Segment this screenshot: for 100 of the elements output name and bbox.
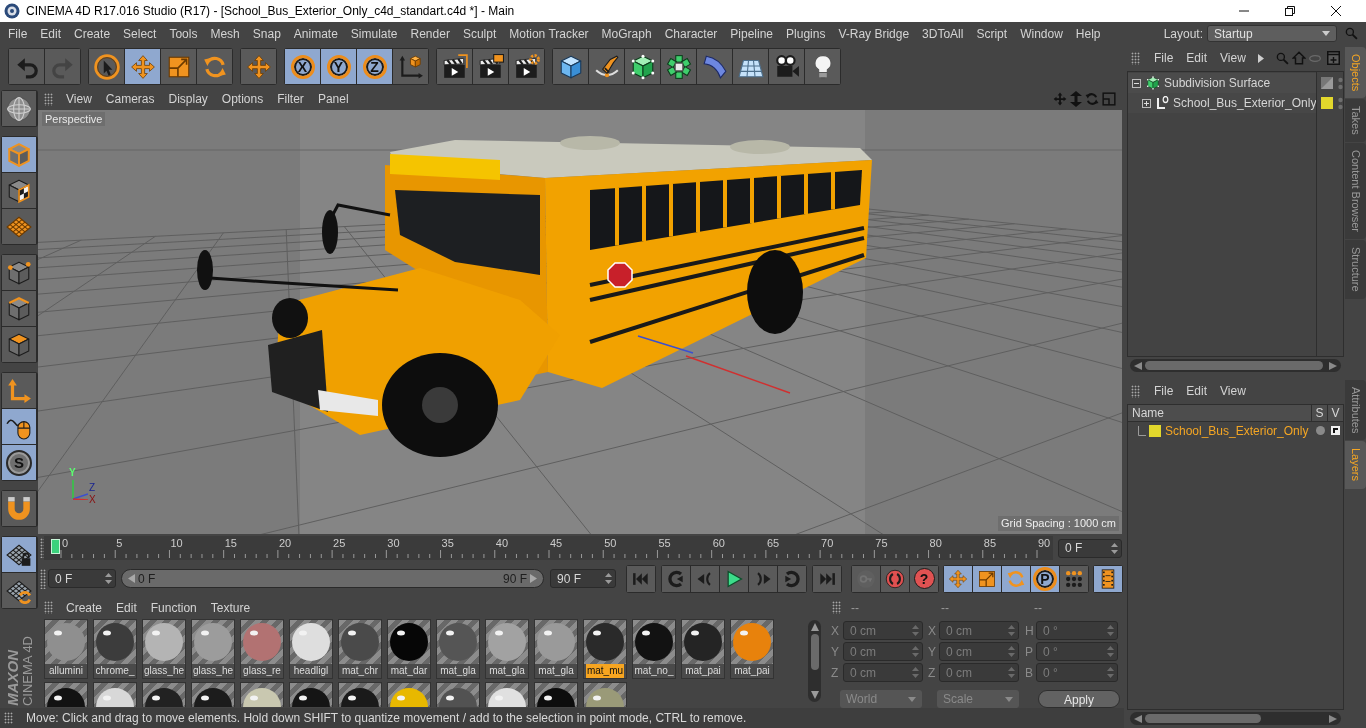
cube-object-button[interactable] (553, 49, 588, 84)
axis-lock-button[interactable]: Y (321, 49, 356, 84)
camera-button[interactable] (769, 49, 804, 84)
axis-lock-button[interactable]: X (285, 49, 320, 84)
previous-key-button[interactable] (662, 565, 690, 592)
material-swatch[interactable]: mat_gla (534, 619, 578, 679)
menu-item[interactable]: Options (221, 91, 264, 107)
menu-item[interactable]: V-Ray Bridge (838, 25, 910, 42)
grip-icon[interactable] (1131, 51, 1140, 65)
vertical-scrollbar[interactable] (808, 620, 821, 702)
key-selection-button[interactable]: ? (910, 565, 938, 592)
grip-icon[interactable] (44, 601, 53, 614)
cloner-button[interactable] (661, 49, 696, 84)
material-swatch[interactable]: mat_pai (681, 619, 725, 679)
menu-item[interactable]: View (1220, 50, 1246, 66)
planar-workplane-button[interactable] (2, 573, 36, 608)
layer-name[interactable]: School_Bus_Exterior_Only (1165, 421, 1309, 440)
texture-mode-button[interactable] (2, 173, 36, 208)
material-swatch[interactable]: mat_mu (583, 619, 627, 679)
scale-tool-button[interactable] (161, 49, 196, 84)
side-tab[interactable]: Layers (1345, 441, 1366, 489)
menu-item[interactable]: Filter (277, 91, 304, 107)
grip-icon[interactable] (832, 601, 841, 614)
grip-icon[interactable] (44, 92, 53, 106)
menu-item[interactable]: Tools (169, 25, 198, 42)
side-tab[interactable]: Structure (1345, 240, 1366, 299)
go-to-start-button[interactable] (627, 565, 655, 592)
material-swatch[interactable]: glass_he (142, 619, 186, 679)
make-editable-button[interactable] (2, 91, 36, 126)
deformer-button[interactable] (697, 49, 732, 84)
axis-lock-button[interactable]: Z (357, 49, 392, 84)
points-mode-button[interactable] (2, 255, 36, 290)
layer-color-swatch[interactable] (1321, 97, 1334, 109)
tree-toggle[interactable] (1142, 98, 1151, 108)
rotate-tool-button[interactable] (197, 49, 232, 84)
side-tab[interactable]: Takes (1345, 99, 1366, 143)
play-button[interactable] (720, 565, 748, 592)
menu-item[interactable]: Function (150, 599, 197, 616)
menu-item[interactable]: Character (664, 25, 718, 42)
tree-row[interactable]: Subdivision Surface (1128, 73, 1317, 93)
scale-tool-button[interactable] (973, 565, 1001, 592)
scrollbar[interactable] (1130, 359, 1341, 372)
lock-workplane-button[interactable] (2, 537, 36, 572)
layout-dropdown[interactable]: Startup (1207, 25, 1337, 42)
menu-item[interactable]: Script (976, 25, 1008, 42)
material-swatch[interactable]: mat_pai (730, 619, 774, 679)
move-tool-button[interactable] (944, 565, 972, 592)
menu-item[interactable]: Create (66, 599, 103, 616)
side-tab[interactable]: Attributes (1345, 380, 1366, 441)
floor-button[interactable] (733, 49, 768, 84)
menu-item[interactable]: Create (74, 25, 111, 42)
playhead-marker[interactable] (51, 539, 60, 554)
menu-item[interactable]: Motion Tracker (509, 25, 589, 42)
menu-item[interactable]: Simulate (350, 25, 398, 42)
scrollbar-thumb[interactable] (810, 634, 819, 670)
render-picture-button[interactable] (473, 49, 508, 84)
menu-item[interactable]: Select (123, 25, 157, 42)
pen-tool-button[interactable] (589, 49, 624, 84)
menu-item[interactable]: File (8, 25, 28, 42)
timeline-ruler[interactable]: 0 5 10 15 20 25 30 35 40 45 50 55 60 65 70 75 80 85 90 (44, 536, 1053, 560)
scrollbar[interactable] (1130, 712, 1341, 725)
material-swatch[interactable]: mat_chr (338, 619, 382, 679)
material-swatch[interactable]: mat_gla (436, 619, 480, 679)
render-settings-button[interactable] (509, 49, 544, 84)
parameter-key-button[interactable]: P (1031, 565, 1059, 592)
visibility-dots-icon[interactable] (1338, 96, 1344, 110)
caret-right-icon[interactable] (1257, 53, 1264, 63)
no-layer-icon[interactable] (1321, 77, 1334, 89)
menu-item[interactable]: MoGraph (601, 25, 652, 42)
material-swatch[interactable]: mat_dar (387, 619, 431, 679)
render-view-button[interactable] (437, 49, 472, 84)
grip-icon[interactable] (1131, 384, 1140, 398)
menu-item[interactable]: File (1154, 50, 1174, 66)
menu-item[interactable]: Edit (40, 25, 62, 42)
undo-button[interactable] (9, 49, 44, 84)
tweak-mode-button[interactable] (2, 409, 36, 444)
menu-item[interactable]: Cameras (105, 91, 155, 107)
menu-item[interactable]: Display (168, 91, 208, 107)
material-swatch[interactable]: headligl (289, 619, 333, 679)
scrollbar-thumb[interactable] (1145, 361, 1323, 370)
menu-item[interactable]: View (1220, 383, 1246, 399)
number-field[interactable]: 90 F (550, 569, 616, 588)
material-swatch[interactable]: mat_gla (485, 619, 529, 679)
grip-icon[interactable] (40, 568, 46, 589)
grip-icon[interactable] (4, 712, 13, 724)
menu-item[interactable]: Edit (1186, 383, 1208, 399)
material-swatch[interactable]: allumini (44, 619, 88, 679)
scrollbar-thumb[interactable] (1145, 714, 1261, 723)
menu-item[interactable]: Mesh (210, 25, 240, 42)
material-swatch[interactable]: glass_re (240, 619, 284, 679)
solo-dot-icon[interactable] (1316, 426, 1325, 435)
snap-button[interactable] (2, 491, 36, 526)
material-swatch[interactable]: mat_no_ (632, 619, 676, 679)
menu-item[interactable]: Edit (1186, 50, 1208, 66)
autokey-button[interactable] (881, 565, 909, 592)
next-key-button[interactable] (778, 565, 806, 592)
coordinate-system-button[interactable] (393, 49, 428, 84)
side-tab[interactable]: Content Browser (1345, 143, 1366, 239)
visibility-icon[interactable] (1331, 426, 1340, 435)
axis-mode-button[interactable] (2, 373, 36, 408)
